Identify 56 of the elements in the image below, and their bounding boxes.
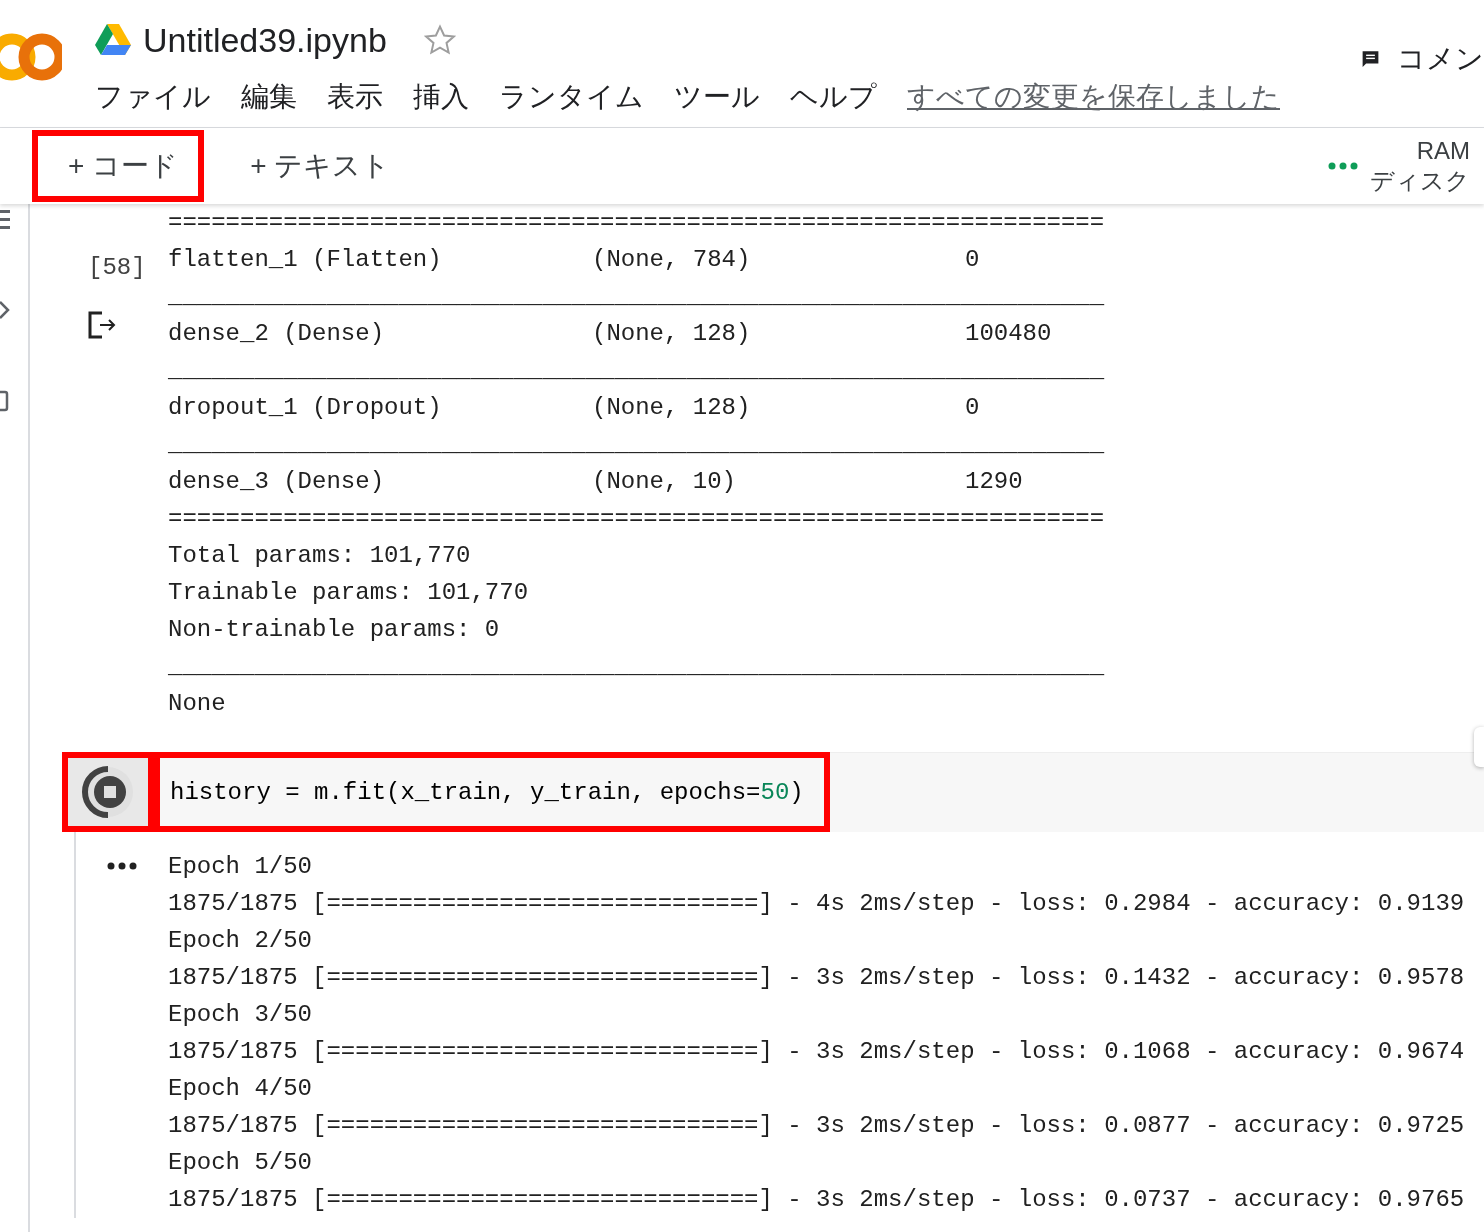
menu-item[interactable]: 表示 — [327, 78, 383, 116]
output-text: 1875/1875 [==============================] - 3s 2ms/step - loss: 0.1432 - accuracy: 0.9578 — [168, 963, 1465, 993]
menu-item[interactable]: ランタイム — [499, 78, 644, 116]
menu-item[interactable]: ファイル — [95, 78, 211, 116]
separator-line: _________________________________________________________________ — [168, 356, 1105, 386]
output-text: Epoch 5/50 — [168, 1148, 314, 1178]
output-text: Epoch 3/50 — [168, 1000, 314, 1030]
output-text: 1875/1875 [==============================] - 3s 2ms/step - loss: 0.0877 - accuracy: 0.9725 — [168, 1111, 1465, 1141]
more-icon[interactable] — [107, 862, 137, 870]
notebook-title[interactable]: Untitled39.ipynb — [143, 20, 387, 60]
table-cell-text: dense_3 (Dense) — [168, 468, 386, 495]
table-cell-text: 0 — [965, 394, 981, 421]
add-code-button[interactable]: + コード — [32, 130, 205, 202]
save-status-link[interactable]: すべての変更を保存しました — [907, 78, 1280, 116]
output-text: Epoch 2/50 — [168, 926, 314, 956]
stop-icon — [80, 764, 136, 820]
separator-line: ================================================================= — [168, 208, 1105, 238]
output-text: Epoch 4/50 — [168, 1074, 314, 1104]
separator-line: _________________________________________________________________ — [168, 652, 1105, 682]
output-text: 1875/1875 [==============================] - 3s 2ms/step - loss: 0.1068 - accuracy: 0.9674 — [168, 1037, 1465, 1067]
output-text: Non-trainable params: 0 — [168, 615, 501, 645]
table-cell-text: (None, 10) — [592, 468, 738, 495]
output-text: Total params: 101,770 — [168, 541, 472, 571]
resources-button[interactable]: RAM ディスク — [1328, 136, 1484, 196]
table-cell-text: 1290 — [965, 468, 1024, 495]
table-cell-text: flatten_1 (Flatten) — [168, 246, 443, 273]
drive-icon — [95, 24, 131, 56]
cell-toolbar[interactable] — [1474, 727, 1484, 767]
table-cell-text: 0 — [965, 246, 981, 273]
stop-button[interactable] — [62, 752, 154, 832]
menu-icon[interactable] — [0, 208, 10, 230]
dots-icon — [1328, 162, 1358, 170]
table-cell-text: dropout_1 (Dropout) — [168, 394, 443, 421]
separator-line: _________________________________________________________________ — [168, 430, 1105, 460]
execution-count: [58] — [88, 254, 146, 281]
chevron-icon[interactable] — [0, 300, 10, 320]
output-text: Trainable params: 101,770 — [168, 578, 530, 608]
table-cell-text: (None, 128) — [592, 320, 752, 347]
table-cell-text: (None, 128) — [592, 394, 752, 421]
table-cell-text: dense_2 (Dense) — [168, 320, 386, 347]
separator-line: ================================================================= — [168, 504, 1105, 534]
menu-item[interactable]: ツール — [674, 78, 760, 116]
menu-item[interactable]: ヘルプ — [790, 78, 877, 116]
output-text: None — [168, 689, 227, 719]
table-cell-text: (None, 784) — [592, 246, 752, 273]
table-cell-text: 100480 — [965, 320, 1053, 347]
output-text: 1875/1875 [==============================] - 4s 2ms/step - loss: 0.2984 - accuracy: 0.9139 — [168, 889, 1465, 919]
output-text: 1875/1875 [==============================] - 3s 2ms/step - loss: 0.0737 - accuracy: 0.9765 — [168, 1185, 1465, 1215]
separator-line: _________________________________________________________________ — [168, 282, 1105, 312]
code-line: history = m.fit(x_train, y_train, epochs=50) — [170, 778, 804, 806]
code-editor[interactable]: history = m.fit(x_train, y_train, epochs=50) — [154, 752, 830, 832]
menu-item[interactable]: 挿入 — [413, 78, 469, 116]
output-icon[interactable] — [88, 311, 118, 339]
menu-item[interactable]: 編集 — [241, 78, 297, 116]
comment-button[interactable]: コメン — [1360, 40, 1484, 78]
output-text: Epoch 1/50 — [168, 852, 314, 882]
